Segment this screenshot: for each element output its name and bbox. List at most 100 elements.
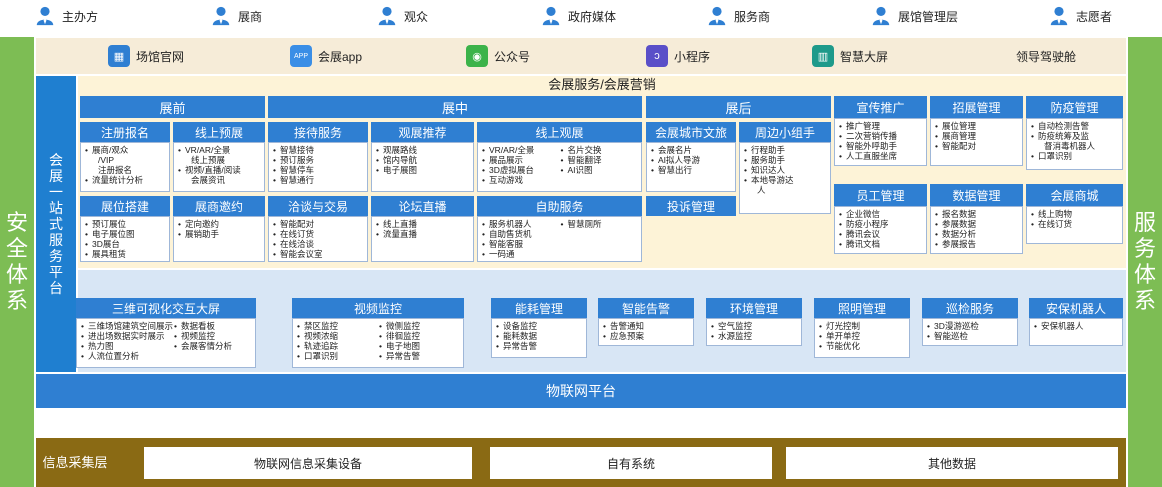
module-box-invite: 定向邀约展销助手	[173, 216, 265, 262]
module-header-online[interactable]: 线上观展	[477, 122, 642, 142]
list-item: 展具租赁	[84, 249, 166, 259]
list-item: 互动游戏	[481, 175, 560, 185]
list-item: VR/AR/全景	[177, 145, 261, 155]
channel-label: 场馆官网	[136, 49, 185, 64]
security-system-bar: 安全体系	[0, 37, 34, 487]
module-header-viz[interactable]: 三维可视化交互大屏	[76, 298, 256, 318]
module-header-preorder[interactable]: 线上预展	[173, 122, 265, 142]
module-header-recommend[interactable]: 观展推荐	[371, 122, 474, 142]
channel-3[interactable]: ↄ 小程序	[646, 44, 710, 68]
module-box-register: 展商/观众/VIP注册报名流量统计分析	[80, 142, 170, 192]
list-item: AI拟人导游	[650, 155, 732, 165]
module-header-promotion[interactable]: 宣传推广	[834, 96, 927, 118]
module-box-selfservice: 服务机器人自助售货机智能客服一码通 智慧厕所	[477, 216, 642, 262]
list-item: 轨迹追踪	[296, 341, 378, 351]
phase-mid: 展中	[268, 96, 642, 118]
wechat-icon: ◉	[466, 45, 488, 67]
list-item: 线上预展	[191, 155, 226, 165]
list-item: 口罩识别	[296, 351, 378, 361]
list-item: 定向邀约	[177, 219, 261, 229]
channel-0[interactable]: ▦ 场馆官网	[108, 44, 184, 68]
list-item: 在线洽谈	[272, 239, 364, 249]
list-item: 报名数据	[934, 209, 1019, 219]
module-header-negotiate[interactable]: 洽谈与交易	[268, 196, 368, 216]
list-item: 智慧出行	[650, 165, 732, 175]
list-item: 3D虚拟展台	[481, 165, 560, 175]
module-header-register[interactable]: 注册报名	[80, 122, 170, 142]
channel-label: 公众号	[494, 49, 531, 64]
module-header-energy[interactable]: 能耗管理	[491, 298, 587, 318]
module-header-alarm[interactable]: 智能告警	[598, 298, 694, 318]
list-item: 流量统计分析	[84, 175, 166, 185]
channel-2[interactable]: ◉ 公众号	[466, 44, 530, 68]
list-item: 视频浓缩	[296, 331, 378, 341]
list-item: 徘徊监控	[378, 331, 460, 341]
module-header-selfservice[interactable]: 自助服务	[477, 196, 642, 216]
list-item: 智能翻译	[560, 155, 639, 165]
module-box-recommend: 观展路线馆内导航电子展图	[371, 142, 474, 192]
collect-item-other-data: 其他数据	[786, 447, 1118, 479]
module-box-data: 报名数据参展数据数据分析参展报告	[930, 206, 1023, 254]
list-item: 3D漫游巡检	[926, 321, 1014, 331]
module-header-invite[interactable]: 展商邀约	[173, 196, 265, 216]
module-header-staff[interactable]: 员工管理	[834, 184, 927, 206]
list-item: 流量直播	[375, 229, 470, 239]
role-3: 政府媒体	[540, 4, 616, 28]
list-item: 电子展位图	[84, 229, 166, 239]
list-item: 智能配对	[272, 219, 364, 229]
channel-4[interactable]: ▥ 智慧大屏	[812, 44, 888, 68]
role-6: 志愿者	[1048, 4, 1112, 28]
module-header-epidemic[interactable]: 防疫管理	[1026, 96, 1123, 118]
module-header-citydoc[interactable]: 会展城市文旅	[646, 122, 736, 142]
module-box-forum: 线上直播流量直播	[371, 216, 474, 262]
role-label: 观众	[404, 9, 429, 24]
module-header-robot[interactable]: 安保机器人	[1029, 298, 1123, 318]
list-item: 能耗数据	[495, 331, 583, 341]
module-header-booth[interactable]: 展位搭建	[80, 196, 170, 216]
module-header-recruit[interactable]: 招展管理	[930, 96, 1023, 118]
role-5: 展馆管理层	[870, 4, 958, 28]
list-item: 人	[757, 185, 766, 195]
role-label: 志愿者	[1076, 9, 1113, 24]
module-header-complaint[interactable]: 投诉管理	[646, 196, 736, 216]
role-0: 主办方	[34, 4, 98, 28]
module-header-light[interactable]: 照明管理	[814, 298, 910, 318]
list-item: 在线订货	[1030, 219, 1119, 229]
list-item: 智能外呼助手	[838, 141, 923, 151]
list-item: 智能客服	[481, 239, 560, 249]
list-item: 视频/直播/阅读	[177, 165, 261, 175]
module-header-reception[interactable]: 接待服务	[268, 122, 368, 142]
module-box-booth: 预订展位电子展位图3D展台展具租赁	[80, 216, 170, 262]
list-item: 参展数据	[934, 219, 1019, 229]
module-header-env[interactable]: 环境管理	[706, 298, 802, 318]
list-item: 进出场数据实时展示	[80, 331, 173, 341]
user-icon	[708, 6, 726, 26]
module-header-video[interactable]: 视频监控	[292, 298, 464, 318]
list-item: 防疫小程序	[838, 219, 923, 229]
service-system-bar: 服务体系	[1128, 37, 1162, 487]
module-header-patrol[interactable]: 巡检服务	[922, 298, 1018, 318]
list-item: 观展路线	[375, 145, 470, 155]
list-item: 注册报名	[98, 165, 133, 175]
channel-label: 会展app	[318, 49, 363, 64]
module-box-reception: 智慧接待预订服务智慧停车智慧通行	[268, 142, 368, 192]
list-item: 电子展图	[375, 165, 470, 175]
list-item: 智慧厕所	[560, 219, 639, 229]
list-item: 三维场馆建筑空间展示	[80, 321, 173, 331]
channel-1[interactable]: APP 会展app	[290, 44, 362, 68]
module-box-patrol: 3D漫游巡检智能巡检	[922, 318, 1018, 346]
list-item: 知识达人	[743, 165, 827, 175]
module-header-data[interactable]: 数据管理	[930, 184, 1023, 206]
channel-5[interactable]: 领导驾驶舱	[1016, 44, 1076, 68]
list-item: 行程助手	[743, 145, 827, 155]
list-item: 人工直服坐席	[838, 151, 923, 161]
list-item: 禁区监控	[296, 321, 378, 331]
module-header-assistant[interactable]: 周边小组手	[739, 122, 831, 142]
role-label: 展馆管理层	[898, 9, 959, 24]
list-item: 热力图	[80, 341, 173, 351]
module-header-mall[interactable]: 会展商城	[1026, 184, 1123, 206]
module-header-forum[interactable]: 论坛直播	[371, 196, 474, 216]
list-item: 在线订货	[272, 229, 364, 239]
list-item: VR/AR/全景	[481, 145, 560, 155]
list-item: 会展客情分析	[173, 341, 252, 351]
